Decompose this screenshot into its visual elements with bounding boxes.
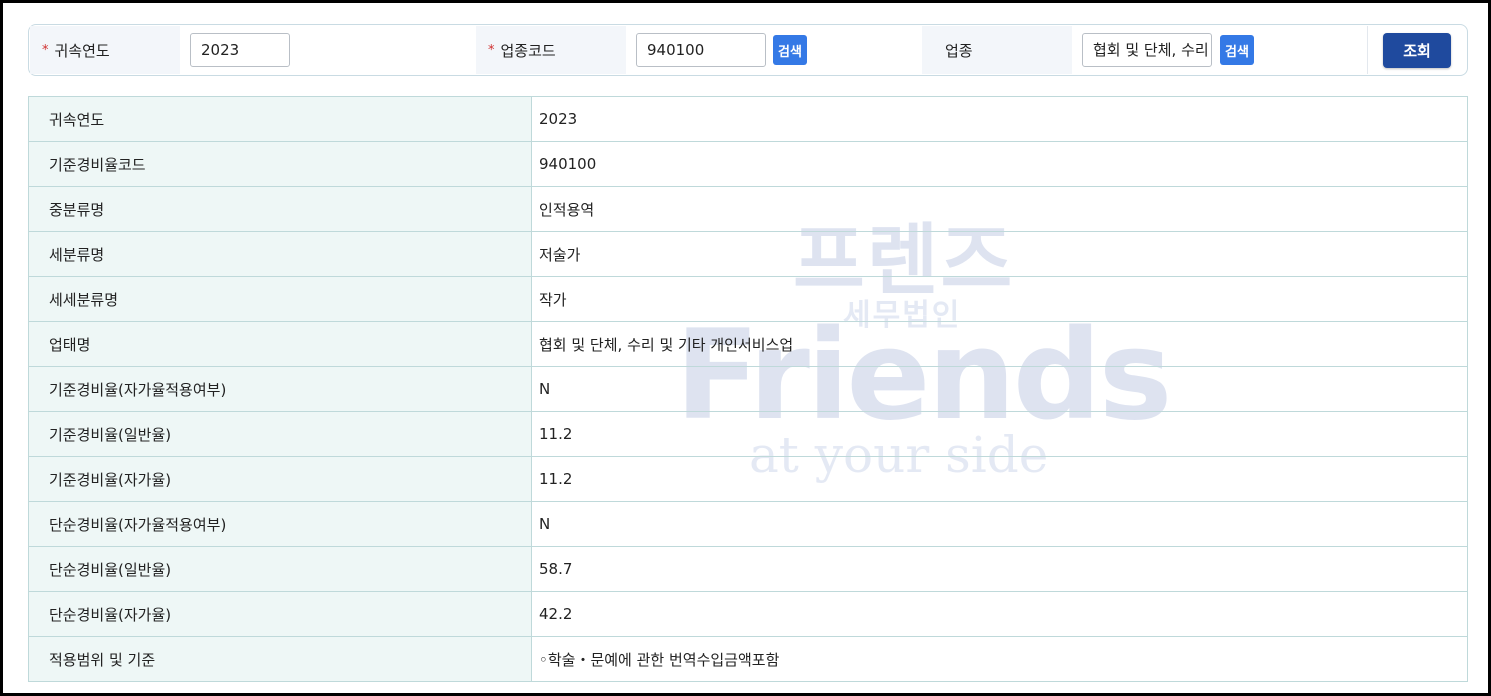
table-row: 적용범위 및 기준 ◦학술・문예에 관한 번역수입금액포함 — [28, 636, 1468, 682]
row-value: N — [531, 366, 1468, 412]
row-label: 적용범위 및 기준 — [28, 636, 532, 682]
row-label: 단순경비율(자가율적용여부) — [28, 501, 532, 547]
row-label: 세분류명 — [28, 231, 532, 277]
code-label-text: 업종코드 — [500, 41, 556, 60]
row-label: 기준경비율(자가율) — [28, 456, 532, 502]
required-mark: * — [488, 42, 495, 58]
row-label: 단순경비율(일반율) — [28, 546, 532, 592]
expense-rate-detail-table: 귀속연도 2023 기준경비율코드 940100 중분류명 인적용역 세분류명 … — [28, 96, 1468, 682]
industry-label: 업종 — [922, 26, 1072, 74]
row-value: 저술가 — [531, 231, 1468, 277]
row-value: 협회 및 단체, 수리 및 기타 개인서비스업 — [531, 321, 1468, 367]
row-label: 기준경비율(일반율) — [28, 411, 532, 457]
row-value: 2023 — [531, 96, 1468, 142]
table-row: 단순경비율(일반율) 58.7 — [28, 546, 1468, 592]
code-search-button[interactable]: 검색 — [773, 35, 807, 65]
row-label: 단순경비율(자가율) — [28, 591, 532, 637]
row-value: 작가 — [531, 276, 1468, 322]
search-bar-divider — [1367, 26, 1368, 74]
row-label: 중분류명 — [28, 186, 532, 232]
row-value: 11.2 — [531, 411, 1468, 457]
table-row: 중분류명 인적용역 — [28, 186, 1468, 232]
industry-search-button[interactable]: 검색 — [1220, 35, 1254, 65]
row-value: 58.7 — [531, 546, 1468, 592]
table-row: 세분류명 저술가 — [28, 231, 1468, 277]
table-row: 귀속연도 2023 — [28, 96, 1468, 142]
table-row: 세세분류명 작가 — [28, 276, 1468, 322]
year-label-text: 귀속연도 — [54, 41, 110, 60]
row-label: 기준경비율코드 — [28, 141, 532, 187]
row-value: 42.2 — [531, 591, 1468, 637]
query-button[interactable]: 조회 — [1383, 33, 1451, 68]
page-frame: * 귀속연도 2023 * 업종코드 940100 검색 업종 협회 및 단체,… — [0, 0, 1491, 696]
industry-input[interactable]: 협회 및 단체, 수리 및 기타 개인서비스업 — [1082, 33, 1212, 67]
required-mark: * — [42, 42, 49, 58]
row-label: 업태명 — [28, 321, 532, 367]
row-value: 인적용역 — [531, 186, 1468, 232]
year-label: * 귀속연도 — [30, 26, 180, 74]
industry-label-text: 업종 — [945, 41, 973, 60]
table-row: 업태명 협회 및 단체, 수리 및 기타 개인서비스업 — [28, 321, 1468, 367]
row-value: N — [531, 501, 1468, 547]
row-value: 11.2 — [531, 456, 1468, 502]
year-input[interactable]: 2023 — [190, 33, 290, 67]
table-row: 기준경비율코드 940100 — [28, 141, 1468, 187]
row-label: 귀속연도 — [28, 96, 532, 142]
row-value: ◦학술・문예에 관한 번역수입금액포함 — [531, 636, 1468, 682]
search-bar: * 귀속연도 2023 * 업종코드 940100 검색 업종 협회 및 단체,… — [28, 24, 1468, 76]
row-label: 세세분류명 — [28, 276, 532, 322]
table-row: 단순경비율(자가율적용여부) N — [28, 501, 1468, 547]
table-row: 기준경비율(자가율적용여부) N — [28, 366, 1468, 412]
code-input[interactable]: 940100 — [636, 33, 766, 67]
code-label: * 업종코드 — [476, 26, 626, 74]
row-value: 940100 — [531, 141, 1468, 187]
table-row: 기준경비율(자가율) 11.2 — [28, 456, 1468, 502]
table-row: 단순경비율(자가율) 42.2 — [28, 591, 1468, 637]
table-row: 기준경비율(일반율) 11.2 — [28, 411, 1468, 457]
row-label: 기준경비율(자가율적용여부) — [28, 366, 532, 412]
